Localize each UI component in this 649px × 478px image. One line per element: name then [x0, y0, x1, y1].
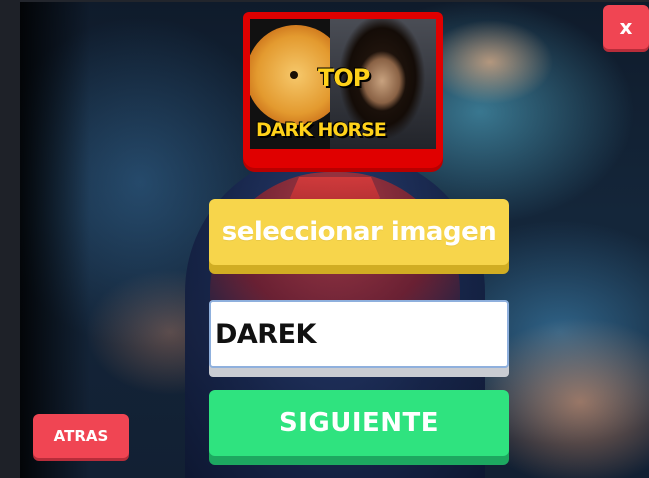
select-image-button[interactable]: seleccionar imagen	[209, 199, 509, 265]
vinyl-center-hole	[290, 71, 298, 79]
name-input[interactable]	[215, 306, 501, 362]
background-page-edge	[0, 0, 20, 478]
back-button[interactable]: ATRAS	[33, 414, 129, 458]
cover-image: TOP DARK HORSE	[250, 19, 436, 149]
cover-title-text: DARK HORSE	[256, 119, 387, 141]
cover-top-text: TOP	[318, 64, 370, 92]
modal-shade	[20, 2, 90, 478]
name-field	[209, 300, 509, 368]
cover-image-card: TOP DARK HORSE	[243, 12, 443, 168]
close-button[interactable]: x	[603, 5, 649, 49]
next-button[interactable]: SIGUIENTE	[209, 390, 509, 456]
